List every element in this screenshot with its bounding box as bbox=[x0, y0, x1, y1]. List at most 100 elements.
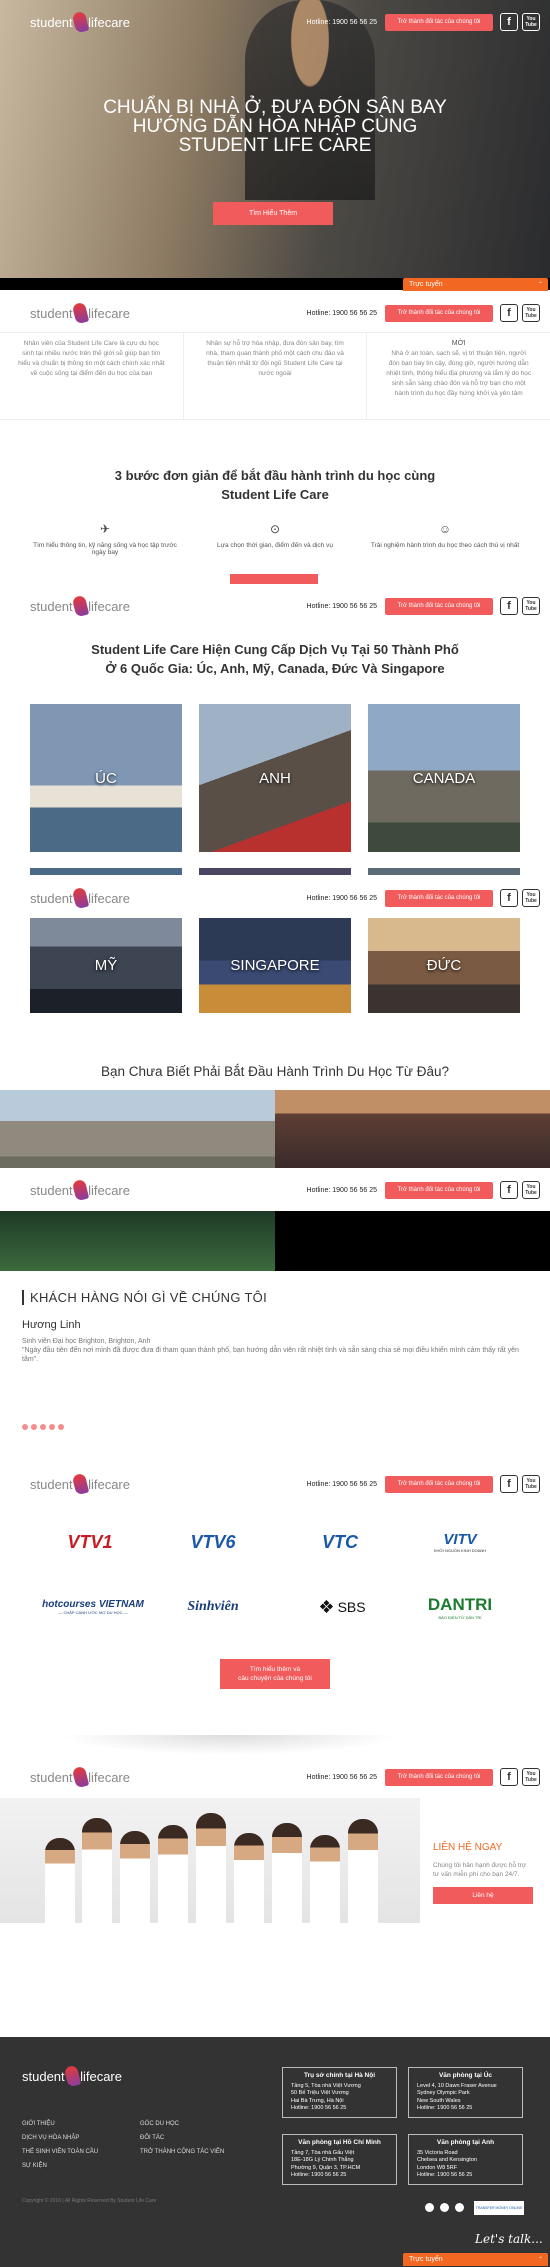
pager-dot[interactable] bbox=[49, 1424, 55, 1430]
site-logo[interactable]: student lifecare bbox=[30, 594, 130, 618]
feature-item: Nhân viên của Student Life Care là cựu d… bbox=[0, 333, 184, 419]
pager-dot[interactable] bbox=[22, 1424, 28, 1430]
testimonial-school: Sinh viên Đại học Brighton, Brighton, An… bbox=[22, 1337, 522, 1364]
office-australia: Văn phòng tại Úc Level 4, 10 Dawn Fraser … bbox=[408, 2067, 523, 2118]
partner-button[interactable]: Trở thành đối tác của chúng tôi bbox=[385, 597, 493, 615]
site-logo[interactable]: student lifecare bbox=[30, 10, 130, 34]
students-crowd-photo bbox=[275, 1090, 550, 1168]
online-chat-label: Trực tuyến bbox=[409, 2256, 443, 2263]
facebook-icon[interactable]: f bbox=[500, 1768, 518, 1786]
site-logo[interactable]: student lifecare bbox=[30, 301, 130, 325]
footer-link-collaborator[interactable]: TRỞ THÀNH CỘNG TÁC VIÊN bbox=[140, 2149, 224, 2155]
our-story-line1: Tìm hiểu thêm và bbox=[249, 1666, 301, 1673]
footer-facebook-icon[interactable] bbox=[425, 2203, 434, 2212]
pager-dot[interactable] bbox=[58, 1424, 64, 1430]
sticky-header: student lifecare Hotline: 1900 56 56 25 T… bbox=[0, 1464, 550, 1504]
online-chat-tab[interactable]: Trực tuyến ⌃ bbox=[403, 2253, 548, 2266]
partner-button[interactable]: Trở thành đối tác của chúng tôi bbox=[385, 1475, 493, 1493]
footer-link-partners[interactable]: ĐỐI TÁC bbox=[140, 2135, 164, 2141]
hero-banner: CHUẨN BỊ NHÀ Ở, ĐƯA ĐÓN SÂN BAY HƯỚNG DẪ… bbox=[0, 0, 550, 285]
office-uk: Văn phòng tại Anh 35 Victoria Road Chelsea… bbox=[408, 2134, 523, 2185]
hotcourses-subtitle: — CHẮP CÁNH ƯỚC MƠ DU HỌC — bbox=[58, 1610, 128, 1615]
partner-button[interactable]: Trở thành đối tác của chúng tôi bbox=[385, 889, 493, 907]
site-header: student lifecare Hotline: 1900 56 56 25 T… bbox=[0, 2, 550, 42]
site-logo[interactable]: student lifecare bbox=[30, 1472, 130, 1496]
sticky-header: student lifecare Hotline: 1900 56 56 25 T… bbox=[0, 586, 550, 626]
office-line: London W8 5RF bbox=[417, 2164, 458, 2171]
facebook-icon[interactable]: f bbox=[500, 1475, 518, 1493]
vitv-wordmark: VITV bbox=[443, 1531, 477, 1548]
office-line: Tầng 5, Tòa nhà Việt Vương bbox=[291, 2082, 361, 2089]
footer-link-about[interactable]: GIỚI THIỆU bbox=[22, 2121, 55, 2127]
team-photo bbox=[0, 1798, 420, 1923]
footer-link-events[interactable]: SỰ KIỆN bbox=[22, 2163, 47, 2169]
office-title: Văn phòng tại Úc bbox=[438, 2072, 493, 2079]
facebook-icon[interactable]: f bbox=[500, 304, 518, 322]
destination-tile-germany[interactable]: ĐỨC bbox=[368, 918, 520, 1013]
youtube-icon[interactable]: You Tube bbox=[522, 1475, 540, 1493]
footer-twitter-icon[interactable] bbox=[440, 2203, 449, 2212]
destination-label: ÚC bbox=[95, 769, 117, 787]
destinations-title-line1: Student Life Care Hiện Cung Cấp Dịch Vụ … bbox=[91, 642, 459, 657]
online-chat-label: Trực tuyến bbox=[409, 281, 443, 288]
hotline: Hotline: 1900 56 56 25 bbox=[306, 894, 377, 902]
partner-button[interactable]: Trở thành đối tác của chúng tôi bbox=[385, 13, 493, 31]
partner-button[interactable]: Trở thành đối tác của chúng tôi bbox=[385, 1768, 493, 1786]
testimonial-pager bbox=[22, 1424, 67, 1430]
copyright: Copyright © 2016 | All Rights Reserved B… bbox=[22, 2198, 157, 2204]
destination-tile-uk[interactable]: ANH bbox=[199, 704, 351, 852]
pager-dot[interactable] bbox=[40, 1424, 46, 1430]
online-chat-tab[interactable]: Trực tuyến ⌃ bbox=[403, 278, 548, 291]
hotline: Hotline: 1900 56 56 25 bbox=[306, 18, 377, 26]
sbs-mark-icon: ❖ bbox=[318, 1596, 335, 1617]
chevron-up-icon: ⌃ bbox=[537, 282, 543, 288]
destination-tile-australia[interactable]: ÚC bbox=[30, 704, 182, 852]
steps-button[interactable] bbox=[230, 574, 318, 584]
feature-title: MỚI bbox=[451, 340, 466, 347]
site-logo[interactable]: student lifecare bbox=[30, 886, 130, 910]
footer-link-student-card[interactable]: THẺ SINH VIÊN TOÀN CẦU bbox=[22, 2149, 98, 2155]
partner-button[interactable]: Trở thành đối tác của chúng tôi bbox=[385, 304, 493, 322]
facebook-icon[interactable]: f bbox=[500, 597, 518, 615]
hotline: Hotline: 1900 56 56 25 bbox=[306, 309, 377, 317]
site-logo[interactable]: student lifecare bbox=[30, 1178, 130, 1202]
contact-button[interactable]: Liên hệ bbox=[433, 1887, 533, 1904]
destination-tile-canada[interactable]: CANADA bbox=[368, 704, 520, 852]
site-logo[interactable]: student lifecare bbox=[30, 1765, 130, 1789]
footer-link-study-corner[interactable]: GÓC DU HỌC bbox=[140, 2121, 179, 2127]
testimonial-school-text: Sinh viên Đại học Brighton, Brighton, An… bbox=[22, 1338, 151, 1345]
facebook-icon[interactable]: f bbox=[500, 889, 518, 907]
hotcourses-logo: hotcourses VIETNAM — CHẮP CÁNH ƯỚC MƠ DU … bbox=[38, 1592, 148, 1622]
feature-text: Nhà ở an toàn, sạch sẽ, vị trí thuận tiệ… bbox=[386, 350, 532, 397]
pager-dot[interactable] bbox=[31, 1424, 37, 1430]
logo-text-left: student bbox=[30, 1476, 73, 1492]
tile-strip bbox=[30, 868, 182, 875]
youtube-icon[interactable]: You Tube bbox=[522, 597, 540, 615]
hero-learn-more-button[interactable]: Tìm Hiểu Thêm bbox=[213, 202, 333, 225]
office-line: Sydney Olympic Park bbox=[417, 2090, 470, 2096]
dantri-subtitle: BÁO ĐIỆN TỬ DÂN TRÍ bbox=[438, 1614, 482, 1620]
contact-box: LIÊN HỆ NGAY Chúng tôi hân hạnh được hỗ … bbox=[433, 1842, 533, 1904]
office-line: Hotline: 1900 56 56 25 bbox=[291, 2172, 347, 2178]
logo-text-left: student bbox=[30, 14, 73, 30]
facebook-icon[interactable]: f bbox=[500, 1181, 518, 1199]
partner-button[interactable]: Trở thành đối tác của chúng tôi bbox=[385, 1181, 493, 1199]
youtube-icon[interactable]: You Tube bbox=[522, 13, 540, 31]
feature-item: MỚI Nhà ở an toàn, sạch sẽ, vị trí thuận … bbox=[367, 333, 550, 419]
destination-tile-usa[interactable]: MỸ bbox=[30, 918, 182, 1013]
facebook-icon[interactable]: f bbox=[500, 13, 518, 31]
team-member bbox=[310, 1835, 340, 1923]
office-line: 50 Bế Triệu Việt Vương bbox=[291, 2090, 349, 2096]
our-story-button[interactable]: Tìm hiểu thêm và câu chuyện của chúng tôi bbox=[220, 1659, 330, 1689]
testimonial-section: KHÁCH HÀNG NÓI GÌ VỀ CHÚNG TÔI Hương Lin… bbox=[22, 1290, 522, 1364]
youtube-icon-bottom: Tube bbox=[525, 1190, 537, 1196]
youtube-icon[interactable]: You Tube bbox=[522, 304, 540, 322]
youtube-icon[interactable]: You Tube bbox=[522, 889, 540, 907]
destination-tile-singapore[interactable]: SINGAPORE bbox=[199, 918, 351, 1013]
office-line: Chelsea and Kensington bbox=[417, 2157, 477, 2163]
youtube-icon[interactable]: You Tube bbox=[522, 1181, 540, 1199]
footer-logo[interactable]: student lifecare bbox=[22, 2064, 122, 2088]
youtube-icon[interactable]: You Tube bbox=[522, 1768, 540, 1786]
footer-link-integration[interactable]: DỊCH VỤ HÒA NHẬP bbox=[22, 2135, 79, 2141]
footer-youtube-icon[interactable] bbox=[455, 2203, 464, 2212]
